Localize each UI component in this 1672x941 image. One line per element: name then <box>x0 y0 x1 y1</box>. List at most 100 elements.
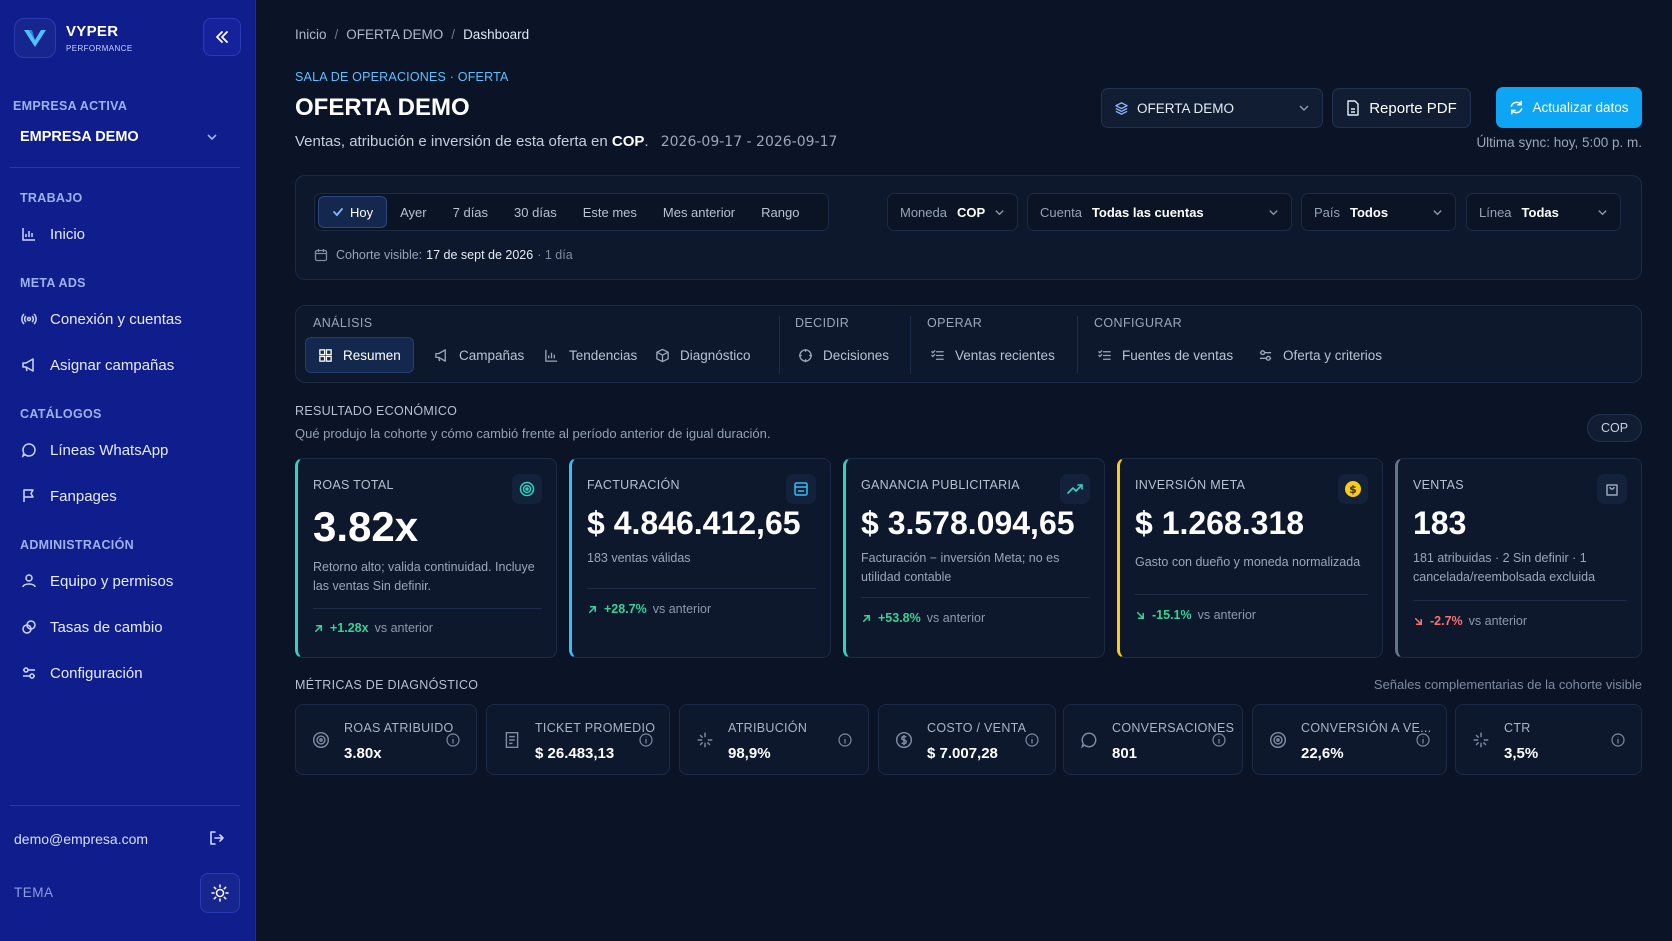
list-check-icon <box>1098 349 1111 360</box>
collapse-sidebar-button[interactable] <box>203 18 241 56</box>
kpi-label: FACTURACIÓN <box>587 478 680 492</box>
info-icon[interactable] <box>1611 733 1625 747</box>
chat-bubble-icon <box>1080 732 1097 749</box>
brand[interactable]: VYPER PERFORMANCE <box>14 18 133 58</box>
range-rango[interactable]: Rango <box>748 196 812 228</box>
info-icon[interactable] <box>838 733 852 747</box>
tab-label: Diagnóstico <box>680 347 751 363</box>
kpi-value: 3.82x <box>313 503 419 550</box>
tab-decisiones[interactable]: Decisiones <box>786 337 901 373</box>
tab-fuentes[interactable]: Fuentes de ventas <box>1085 337 1245 373</box>
trending-up-icon <box>1060 474 1090 504</box>
account-select-label: Cuenta <box>1040 204 1082 220</box>
tab-ventas-recientes[interactable]: Ventas recientes <box>918 337 1067 373</box>
bar-chart-icon <box>545 349 558 362</box>
kpi-delta-value: -2.7% <box>1430 614 1463 628</box>
metric-value: $ 26.483,13 <box>535 745 615 762</box>
metric-value: $ 7.007,28 <box>927 745 998 762</box>
metric-value: 3.80x <box>344 745 382 762</box>
tab-tendencias[interactable]: Tendencias <box>532 337 649 373</box>
company-section-label: EMPRESA ACTIVA <box>13 99 128 113</box>
theme-label: TEMA <box>14 885 54 900</box>
sidebar-item-asignar[interactable]: Asignar campañas <box>20 350 174 380</box>
logout-icon <box>210 831 224 845</box>
sidebar-item-config[interactable]: Configuración <box>20 658 143 688</box>
currency-select-value: COP <box>956 204 986 220</box>
chevron-down-icon <box>1269 209 1278 215</box>
update-data-button[interactable]: Actualizar datos <box>1496 87 1642 128</box>
calendar-icon <box>314 249 328 262</box>
metric-value: 98,9% <box>728 745 771 762</box>
info-icon[interactable] <box>1416 733 1430 747</box>
offer-select[interactable]: OFERTA DEMO <box>1101 88 1323 128</box>
metric-ctr: CTR 3,5% <box>1455 704 1642 775</box>
account-select[interactable]: Cuenta Todas las cuentas <box>1027 193 1292 231</box>
sliders-icon <box>1259 349 1272 361</box>
range-30-dias[interactable]: 30 días <box>501 196 570 228</box>
company-select[interactable]: EMPRESA DEMO <box>10 120 230 154</box>
file-icon <box>1347 100 1359 116</box>
info-icon[interactable] <box>446 733 460 747</box>
chat-bubble-icon <box>20 441 38 459</box>
refresh-icon <box>1511 100 1523 115</box>
range-mes-anterior[interactable]: Mes anterior <box>650 196 748 228</box>
theme-toggle-button[interactable] <box>200 873 240 913</box>
breadcrumb-item[interactable]: OFERTA DEMO <box>346 27 443 42</box>
kpi-value: $ 1.268.318 <box>1135 505 1305 541</box>
tab-oferta-criterios[interactable]: Oferta y criterios <box>1246 337 1394 373</box>
tab-resumen[interactable]: Resumen <box>305 337 414 373</box>
shopping-bag-icon <box>1597 474 1627 504</box>
kpi-label: GANANCIA PUBLICITARIA <box>861 478 1020 492</box>
subtitle-period: . <box>644 133 649 150</box>
country-select-label: País <box>1314 204 1341 220</box>
line-select-value: Todas <box>1521 204 1559 220</box>
country-select[interactable]: País Todos <box>1301 193 1456 231</box>
range-hoy[interactable]: Hoy <box>318 196 388 228</box>
tab-group-analisis: ANÁLISIS <box>313 316 373 330</box>
sidebar-item-label: Inicio <box>50 225 86 243</box>
info-icon[interactable] <box>639 733 653 747</box>
info-icon[interactable] <box>1212 733 1226 747</box>
chevrons-left-icon <box>216 31 228 43</box>
metric-value: 801 <box>1112 745 1138 762</box>
tab-diagnostico[interactable]: Diagnóstico <box>643 337 763 373</box>
sidebar-item-lineas[interactable]: Líneas WhatsApp <box>20 435 168 465</box>
kpi-delta-value: +1.28x <box>330 621 369 635</box>
sidebar-item-fanpages[interactable]: Fanpages <box>20 481 117 511</box>
metric-value: 22,6% <box>1301 745 1344 762</box>
metric-conversion: CONVERSIÓN A VE... 22,6% <box>1252 704 1447 775</box>
kpi-divider <box>1135 594 1368 595</box>
page-subtitle: Ventas, atribución e inversión de esta o… <box>295 133 837 150</box>
tab-campanas[interactable]: Campañas <box>422 337 536 373</box>
kpi-delta-value: -15.1% <box>1152 608 1192 622</box>
sidebar-item-tasas[interactable]: Tasas de cambio <box>20 612 163 642</box>
metric-atribucion: ATRIBUCIÓN 98,9% <box>679 704 869 775</box>
section-label-meta: META ADS <box>20 276 86 290</box>
info-icon[interactable] <box>1025 733 1039 747</box>
logout-button[interactable] <box>208 829 230 851</box>
range-este-mes[interactable]: Este mes <box>570 196 650 228</box>
breadcrumb-separator: / <box>334 27 339 42</box>
sidebar-divider <box>10 805 240 806</box>
currency-select[interactable]: Moneda COP <box>887 193 1018 231</box>
range-ayer[interactable]: Ayer <box>387 196 440 228</box>
kpi-card-inversion: INVERSIÓN META $ $ 1.268.318 Gasto con d… <box>1117 458 1383 658</box>
kpi-delta-vs: vs anterior <box>1468 614 1528 628</box>
line-select-label: Línea <box>1479 204 1512 220</box>
metric-label: TICKET PROMEDIO <box>535 721 656 735</box>
sidebar-item-conexion[interactable]: Conexión y cuentas <box>20 304 182 334</box>
arrow-up-right-icon <box>862 614 871 622</box>
update-data-label: Actualizar datos <box>1532 100 1629 115</box>
section-label-admin: ADMINISTRACIÓN <box>20 538 134 552</box>
sidebar-item-equipo[interactable]: Equipo y permisos <box>20 566 173 596</box>
flag-icon <box>20 487 38 505</box>
user-email: demo@empresa.com <box>14 831 149 847</box>
pdf-report-button[interactable]: Reporte PDF <box>1332 88 1471 128</box>
line-select[interactable]: Línea Todas <box>1466 193 1621 231</box>
range-7-dias[interactable]: 7 días <box>440 196 501 228</box>
economic-section-title: RESULTADO ECONÓMICO <box>295 404 458 418</box>
kpi-delta-vs: vs anterior <box>652 602 712 616</box>
sidebar-item-label: Fanpages <box>50 487 117 505</box>
breadcrumb-item[interactable]: Inicio <box>295 27 327 42</box>
sidebar-item-inicio[interactable]: Inicio <box>20 219 85 249</box>
